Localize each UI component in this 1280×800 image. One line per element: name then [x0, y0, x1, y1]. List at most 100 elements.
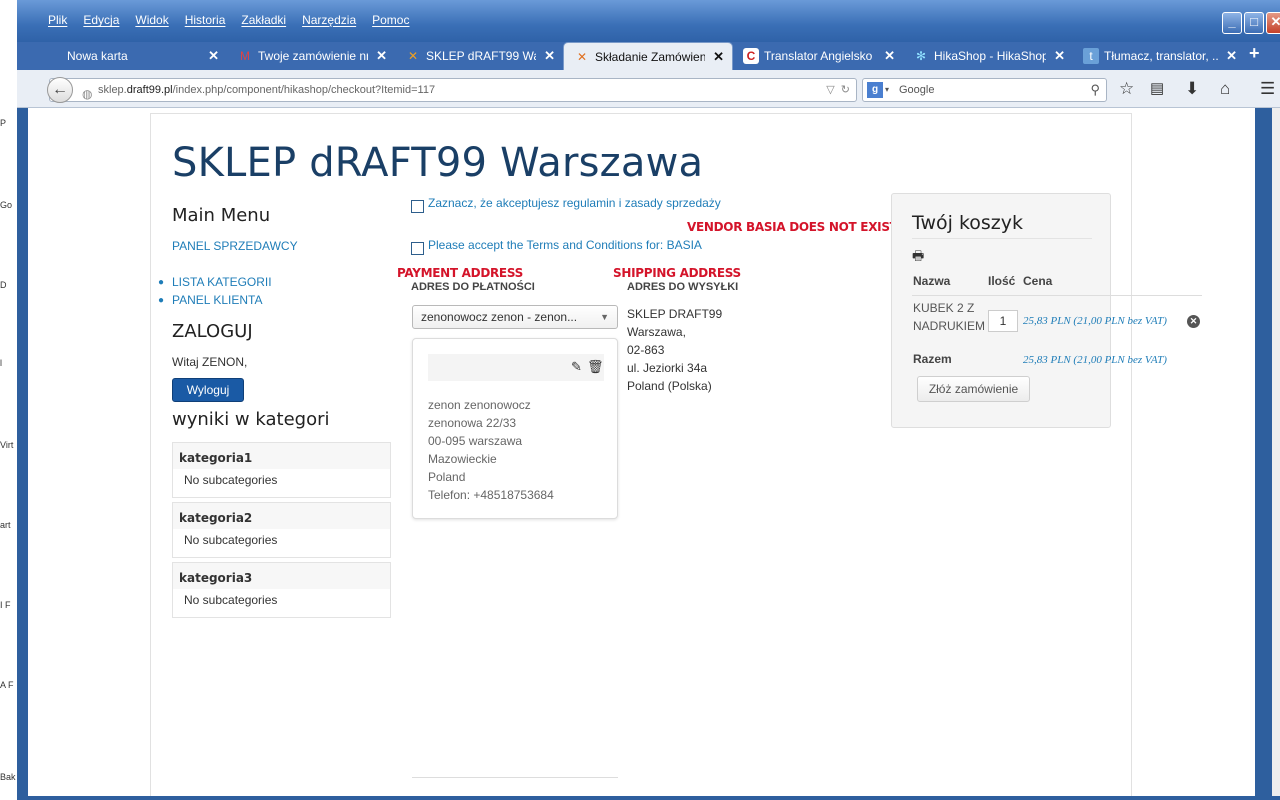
close-tab-icon[interactable]: ✕	[376, 48, 387, 64]
accept-vendor-terms-checkbox[interactable]	[411, 242, 424, 255]
address-line: 00-095 warszawa	[428, 434, 523, 448]
payment-address-heading: ADRES DO PŁATNOŚCI	[411, 281, 535, 293]
payment-address-select[interactable]: zenonowocz zenon - zenon... ▼	[412, 305, 618, 329]
chevron-down-icon[interactable]: ▾	[885, 79, 889, 101]
page-viewport: SKLEP dRAFT99 Warszawa Main Menu PANEL S…	[28, 108, 1255, 796]
desktop-edge: P Go D l Virt art I F A F Bak	[0, 0, 17, 800]
shipping-line: Warszawa,	[627, 325, 686, 339]
welcome-text: Witaj ZENON,	[172, 355, 248, 369]
accept-vendor-terms-label[interactable]: Please accept the Terms and Conditions f…	[428, 238, 702, 252]
edit-icon[interactable]: ✎	[571, 359, 582, 375]
subcategory-text: No subcategories	[184, 473, 278, 487]
back-button[interactable]: ←	[47, 77, 73, 103]
divider	[412, 777, 618, 778]
remove-item-icon[interactable]: ✕	[1187, 315, 1200, 328]
vendor-error-annotation: VENDOR BASIA DOES NOT EXIST	[687, 220, 898, 234]
tab-nowa-karta[interactable]: Nowa karta ✕	[57, 42, 227, 70]
logout-button[interactable]: Wyloguj	[172, 378, 244, 402]
tab-label: HikaShop - HikaShop ...	[934, 49, 1047, 63]
category-box: kategoria1 No subcategories	[172, 442, 391, 498]
minimize-button[interactable]: _	[1222, 12, 1242, 34]
main-menu-heading: Main Menu	[172, 205, 271, 226]
navigation-bar: ◍ sklep.draft99.pl/index.php/component/h…	[17, 70, 1280, 108]
address-line: zenon zenonowocz	[428, 398, 531, 412]
translator-icon: C	[743, 48, 759, 64]
search-placeholder: Google	[899, 84, 935, 96]
login-heading: ZALOGUJ	[172, 321, 253, 342]
home-icon[interactable]: ⌂	[1220, 79, 1230, 99]
reload-icon[interactable]: ▽ ↻	[826, 79, 850, 101]
accept-terms-label[interactable]: Zaznacz, że akceptujesz regulamin i zasa…	[428, 196, 721, 210]
payment-address-card: ✎ 🗑 zenon zenonowocz zenonowa 22/33 00-0…	[412, 338, 618, 519]
bullet: ●	[158, 277, 165, 288]
address-line: Mazowieckie	[428, 452, 497, 466]
menu-historia[interactable]: Historia	[180, 10, 237, 32]
globe-icon: ◍	[82, 87, 93, 101]
category-title[interactable]: kategoria3	[179, 571, 252, 585]
category-results-heading: wyniki w kategori	[172, 409, 330, 430]
close-tab-icon[interactable]: ✕	[1226, 48, 1237, 64]
star-icon[interactable]: ☆	[1119, 79, 1134, 99]
tab-hikashop[interactable]: ✻ HikaShop - HikaShop ... ✕	[903, 42, 1073, 70]
category-box: kategoria2 No subcategories	[172, 502, 391, 558]
category-list-link[interactable]: LISTA KATEGORII	[172, 275, 272, 289]
place-order-button[interactable]: Złóż zamówienie	[917, 376, 1030, 402]
url-path: /index.php/component/hikashop/checkout?I…	[172, 84, 436, 96]
shipping-line: 02-863	[627, 343, 665, 357]
shipping-address-annotation: SHIPPING ADDRESS	[613, 266, 741, 280]
tab-tlumacz[interactable]: t Tłumacz, translator, ... ✕	[1073, 42, 1245, 70]
selected-address: zenonowocz zenon - zenon...	[421, 310, 578, 324]
download-icon[interactable]: ⬇	[1185, 79, 1199, 99]
menu-bar: Plik Edycja Widok Historia Zakładki Narz…	[17, 10, 420, 32]
accept-terms-checkbox[interactable]	[411, 200, 424, 213]
menu-edycja[interactable]: Edycja	[78, 10, 130, 32]
new-tab-button[interactable]: +	[1249, 43, 1260, 64]
close-tab-icon[interactable]: ✕	[713, 49, 724, 65]
chevron-down-icon: ▼	[600, 312, 609, 322]
menu-narzedzia[interactable]: Narzędzia	[297, 10, 367, 32]
column-qty: Ilość	[988, 274, 1016, 288]
google-icon: g	[867, 82, 883, 98]
client-panel-link[interactable]: PANEL KLIENTA	[172, 293, 262, 307]
close-window-button[interactable]: ✕	[1266, 12, 1280, 34]
title-bar: Plik Edycja Widok Historia Zakładki Narz…	[17, 0, 1280, 42]
product-name: KUBEK 2 Z	[913, 301, 975, 315]
menu-pomoc[interactable]: Pomoc	[367, 10, 420, 32]
tab-sklep[interactable]: ✕ SKLEP dRAFT99 War... ✕	[395, 42, 563, 70]
menu-zakladki[interactable]: Zakładki	[236, 10, 297, 32]
tab-translator[interactable]: C Translator Angielsko ... ✕	[733, 42, 903, 70]
vendor-panel-link[interactable]: PANEL SPRZEDAWCY	[172, 239, 298, 253]
category-title[interactable]: kategoria2	[179, 511, 252, 525]
category-title[interactable]: kategoria1	[179, 451, 252, 465]
address-line: Poland	[428, 470, 466, 484]
tab-strip: Nowa karta ✕ M Twoje zamówienie nr... ✕ …	[17, 42, 1280, 70]
url-domain: draft99.pl	[126, 84, 173, 96]
delete-icon[interactable]: 🗑	[587, 359, 604, 375]
close-tab-icon[interactable]: ✕	[1054, 48, 1065, 64]
total-label: Razem	[913, 352, 952, 366]
quantity-input[interactable]: 1	[988, 310, 1018, 332]
cart-title: Twój koszyk	[912, 212, 1024, 234]
search-icon[interactable]: ⚲	[1090, 79, 1100, 101]
tab-skladanie-zamowienia[interactable]: ✕ Składanie Zamówienia ✕	[563, 42, 733, 70]
bookmarks-icon[interactable]: ▤	[1150, 79, 1164, 97]
tab-label: SKLEP dRAFT99 War...	[426, 49, 536, 63]
maximize-button[interactable]: □	[1244, 12, 1264, 34]
tab-label: Składanie Zamówienia	[595, 49, 706, 64]
print-icon[interactable]: 🖶	[912, 247, 924, 269]
product-price: 25,83 PLN (21,00 PLN bez VAT)	[1023, 315, 1167, 327]
menu-widok[interactable]: Widok	[130, 10, 179, 32]
url-bar[interactable]: ◍ sklep.draft99.pl/index.php/component/h…	[49, 78, 857, 102]
close-tab-icon[interactable]: ✕	[208, 48, 219, 64]
close-tab-icon[interactable]: ✕	[544, 48, 555, 64]
gmail-icon: M	[240, 49, 250, 63]
page-scrollbar[interactable]	[1272, 108, 1280, 796]
close-tab-icon[interactable]: ✕	[884, 48, 895, 64]
tab-zamowienie[interactable]: M Twoje zamówienie nr... ✕	[227, 42, 395, 70]
menu-plik[interactable]: Plik	[43, 10, 78, 32]
tlumacz-icon: t	[1083, 48, 1099, 64]
menu-icon[interactable]: ☰	[1260, 79, 1275, 99]
search-input[interactable]: g ▾ Google ⚲	[862, 78, 1107, 102]
cart-box: Twój koszyk 🖶 Nazwa Ilość Cena KUBEK 2 Z…	[891, 193, 1202, 428]
total-price: 25,83 PLN (21,00 PLN bez VAT)	[1023, 354, 1167, 366]
